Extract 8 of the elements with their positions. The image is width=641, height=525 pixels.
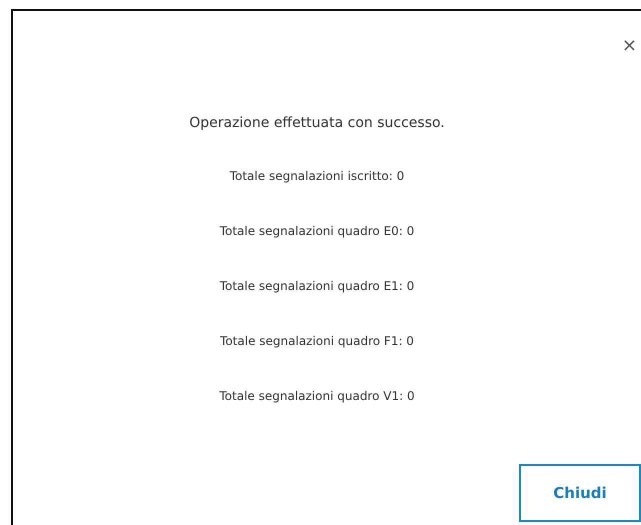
total-line: Totale segnalazioni quadro F1: 0: [220, 333, 414, 350]
total-line: Totale segnalazioni quadro V1: 0: [219, 388, 415, 405]
total-line: Totale segnalazioni iscritto: 0: [230, 168, 404, 185]
total-line: Totale segnalazioni quadro E0: 0: [220, 223, 414, 240]
close-dialog-button[interactable]: Chiudi: [519, 464, 641, 522]
total-line: Totale segnalazioni quadro E1: 0: [220, 278, 414, 295]
close-button[interactable]: ×: [620, 35, 639, 56]
success-message: Operazione effettuata con successo.: [188, 115, 446, 131]
